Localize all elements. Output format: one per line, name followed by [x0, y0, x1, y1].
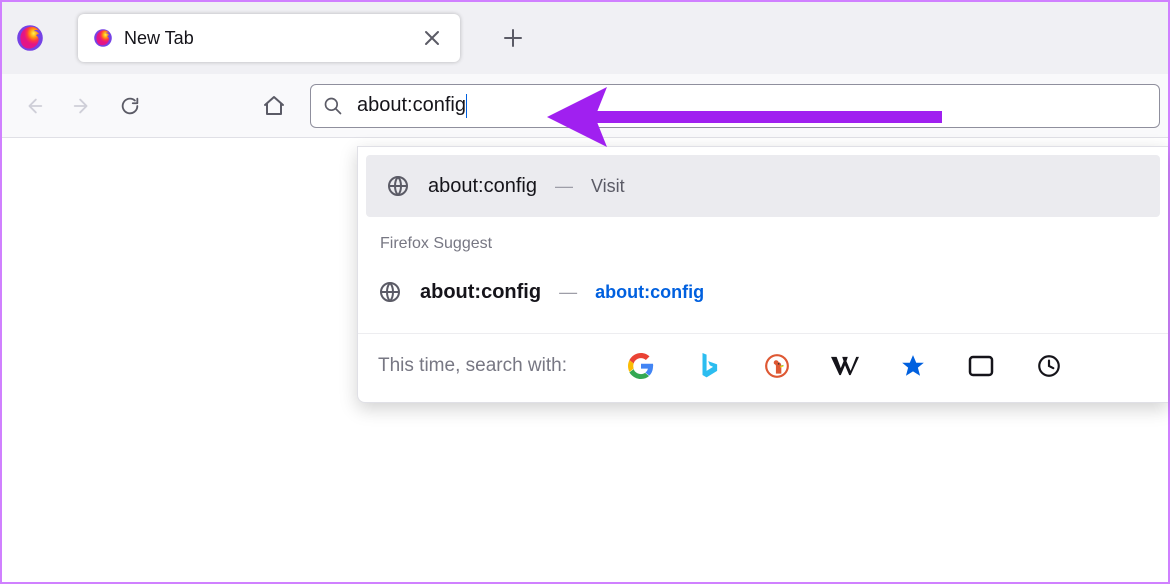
arrow-left-icon — [23, 95, 45, 117]
reload-icon — [119, 95, 141, 117]
new-tab-button[interactable] — [492, 17, 534, 59]
forward-button[interactable] — [58, 82, 106, 130]
text-cursor — [466, 94, 467, 118]
tabs-icon — [968, 355, 994, 377]
tab-close-button[interactable] — [418, 24, 446, 52]
tab-title: New Tab — [124, 28, 418, 49]
plus-icon — [504, 29, 522, 47]
suggestion-title: about:config — [428, 175, 537, 198]
back-button[interactable] — [10, 82, 58, 130]
tab-bar: New Tab — [2, 2, 1168, 74]
globe-icon — [378, 280, 402, 304]
separator-dash: — — [555, 176, 573, 197]
search-icon — [323, 96, 343, 116]
browser-tab[interactable]: New Tab — [78, 14, 460, 62]
suggestion-row-visit[interactable]: about:config — Visit — [366, 155, 1160, 217]
wikipedia-icon — [831, 355, 859, 377]
toolbar: about:config — [2, 74, 1168, 138]
suggest-section-label: Firefox Suggest — [358, 217, 1168, 261]
separator-dash: — — [559, 282, 577, 303]
engine-tabs[interactable] — [967, 352, 995, 380]
home-icon — [262, 94, 286, 118]
firefox-logo-icon — [14, 22, 46, 54]
engines-label: This time, search with: — [378, 355, 567, 377]
address-bar[interactable]: about:config — [310, 84, 1160, 128]
globe-icon — [386, 174, 410, 198]
history-icon — [1036, 353, 1062, 379]
suggestion-suffix: Visit — [591, 176, 625, 197]
star-icon — [900, 353, 926, 379]
search-engines-row: This time, search with: — [358, 334, 1168, 402]
google-icon — [628, 353, 654, 379]
urlbar-dropdown: about:config — Visit Firefox Suggest abo… — [357, 146, 1168, 403]
engine-bookmarks[interactable] — [899, 352, 927, 380]
firefox-logo-icon — [92, 27, 114, 49]
arrow-right-icon — [71, 95, 93, 117]
engine-bing[interactable] — [695, 352, 723, 380]
engine-duckduckgo[interactable] — [763, 352, 791, 380]
engine-history[interactable] — [1035, 352, 1063, 380]
suggestion-row-history[interactable]: about:config — about:config — [358, 261, 1168, 323]
bing-icon — [697, 353, 721, 379]
engine-wikipedia[interactable] — [831, 352, 859, 380]
reload-button[interactable] — [106, 82, 154, 130]
home-button[interactable] — [250, 82, 298, 130]
duckduckgo-icon — [764, 353, 790, 379]
suggestion-title: about:config — [420, 281, 541, 304]
address-input-text: about:config — [357, 94, 466, 117]
suggestion-url: about:config — [595, 282, 704, 303]
engine-google[interactable] — [627, 352, 655, 380]
close-icon — [424, 30, 440, 46]
